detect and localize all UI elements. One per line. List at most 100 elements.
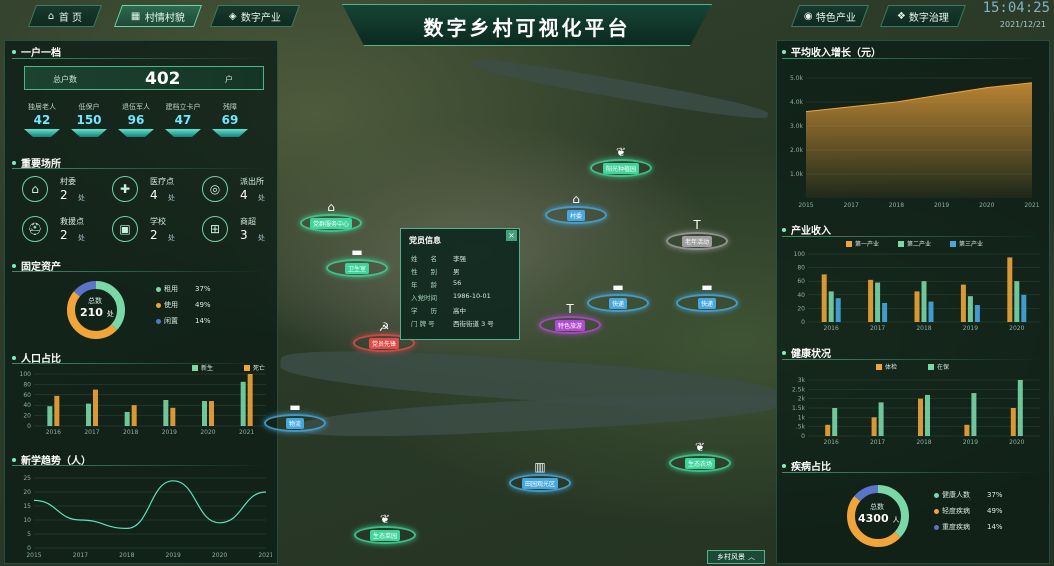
map-marker[interactable]: ▬ 快递: [672, 280, 742, 320]
facility-count: 2: [60, 228, 68, 242]
legend-swatch: [846, 241, 852, 247]
bar: [825, 424, 831, 436]
stat-label: 低保户: [78, 103, 100, 111]
facility-count: 4: [150, 188, 158, 202]
marker-label: 田园观光区: [521, 478, 559, 489]
x-tick-label: 2019: [166, 552, 181, 559]
facility-name: 救援点: [60, 217, 84, 226]
popup-key: 门 牌 号: [411, 320, 435, 328]
legend-label: 第三产业: [959, 240, 983, 248]
bar: [875, 282, 881, 322]
bar: [131, 405, 137, 426]
series-line: [33, 480, 267, 530]
bar: [54, 395, 60, 426]
map-marker[interactable]: ▬ 快递: [583, 280, 653, 320]
x-tick-label: 2020: [1009, 325, 1024, 332]
map-marker[interactable]: ⌂ 村委: [541, 192, 611, 232]
map-marker[interactable]: ⌂ 党群服务中心: [296, 200, 366, 240]
truck-icon: ▬: [701, 280, 713, 294]
popup-value: 李强: [453, 255, 466, 263]
rescue-icon: ⛑: [22, 216, 48, 242]
bar: [86, 403, 91, 426]
bar: [921, 281, 927, 322]
marker-label: 村委: [566, 210, 586, 221]
trash-icon: ▥: [534, 460, 546, 474]
nav-governance[interactable]: ❖ 数字治理: [879, 5, 967, 27]
y-tick-label: 0: [801, 319, 805, 326]
governance-icon: ❖: [896, 10, 906, 22]
legend-label: 死亡: [253, 364, 265, 372]
scenery-toggle-button[interactable]: 乡村风景 ︿: [707, 550, 765, 564]
x-tick-label: 2016: [824, 439, 839, 446]
chevron-up-icon: ︿: [748, 553, 755, 561]
y-tick-label: .5k: [796, 424, 806, 431]
close-icon[interactable]: ×: [506, 230, 517, 241]
disease-center-value: 4300 人: [858, 512, 900, 525]
x-tick-label: 2019: [963, 439, 978, 446]
y-tick-label: 0: [801, 433, 805, 440]
x-tick-label: 2016: [824, 325, 839, 332]
bar: [163, 400, 169, 426]
x-tick-label: 2018: [119, 552, 134, 559]
x-tick-label: 2016: [46, 429, 61, 436]
facility-unit: 处: [168, 234, 175, 242]
map-marker[interactable]: ▬ 卫生室: [322, 245, 392, 285]
legend-label: 重度疾病: [942, 523, 970, 531]
map-marker[interactable]: ▥ 田园观光区: [505, 460, 575, 500]
marker-label: 快递: [608, 298, 628, 309]
bar: [821, 274, 827, 322]
marker-label: 党群服务中心: [309, 218, 353, 229]
page-title: 数字乡村可视化平台: [423, 16, 631, 40]
x-tick-label: 2020: [979, 202, 994, 209]
y-tick-label: 20: [23, 413, 31, 420]
wifi-icon: ◉: [803, 10, 813, 22]
map-marker[interactable]: ▬ 物流: [260, 400, 330, 440]
facility-count: 3: [240, 228, 248, 242]
box-icon: ◈: [229, 10, 237, 22]
bar: [124, 411, 130, 426]
nav-special-industry[interactable]: ◉ 特色产业: [790, 5, 870, 27]
industry-bar-chart: 0 20 40 60 80 100 2016 2017 2018 2019 2020 第一产业 第二产业…: [794, 240, 1040, 332]
map-marker[interactable]: ❦ 生态菜园: [350, 512, 420, 552]
y-tick-label: 15: [23, 503, 31, 510]
y-tick-label: 2.5k: [792, 386, 806, 393]
y-tick-label: 100: [794, 251, 806, 258]
legend-swatch: [244, 365, 250, 371]
nav-home[interactable]: ⌂ 首 页: [27, 5, 103, 27]
party-member-popup: 党员信息 × 姓 名 李强性 别 男年 龄 56 入党时间 1986-10-01 学 历 高中…: [400, 228, 520, 340]
nav-village[interactable]: ▦ 村情村貌: [113, 5, 203, 27]
marker-label: 快递: [697, 298, 717, 309]
house-icon: ⌂: [572, 192, 580, 206]
popup-value: 男: [453, 268, 460, 276]
x-tick-label: 2021: [1024, 202, 1039, 209]
y-tick-label: 3k: [798, 377, 806, 384]
y-tick-label: 5: [27, 531, 31, 538]
map-marker[interactable]: T 老年活动: [662, 218, 732, 258]
legend-label: 体检: [885, 363, 897, 371]
nav-digital-industry[interactable]: ◈ 数字产业: [209, 5, 301, 27]
bar: [964, 424, 970, 436]
y-tick-label: 0: [27, 545, 31, 552]
legend-dot: [934, 508, 939, 514]
stat-value: 96: [127, 113, 145, 127]
map-marker[interactable]: ❦ 阳光种植园: [586, 145, 656, 185]
popup-title: 党员信息: [409, 236, 441, 245]
marker-label: 特色旅游: [554, 320, 586, 331]
legend-label: 新生: [201, 364, 213, 372]
popup-key: 年 龄: [411, 281, 437, 289]
facility-unit: 处: [168, 194, 175, 202]
x-tick-label: 2018: [123, 429, 138, 436]
party-icon: ☭: [378, 320, 390, 334]
marker-label: 阳光种植园: [602, 163, 640, 174]
truck-icon: ▬: [289, 400, 301, 414]
map-marker[interactable]: ❦ 生态农场: [665, 440, 735, 480]
bar: [1007, 257, 1013, 322]
stat-label: 退伍军人: [122, 103, 150, 111]
facility-name: 学校: [150, 217, 166, 226]
bar: [1010, 408, 1016, 436]
total-households-box: 总户数 402 户: [24, 66, 264, 90]
school-icon: ▣: [112, 216, 138, 242]
legend-dot: [156, 286, 161, 292]
popup-row: 姓 名 李强: [411, 253, 466, 263]
y-tick-label: 20: [23, 489, 31, 496]
